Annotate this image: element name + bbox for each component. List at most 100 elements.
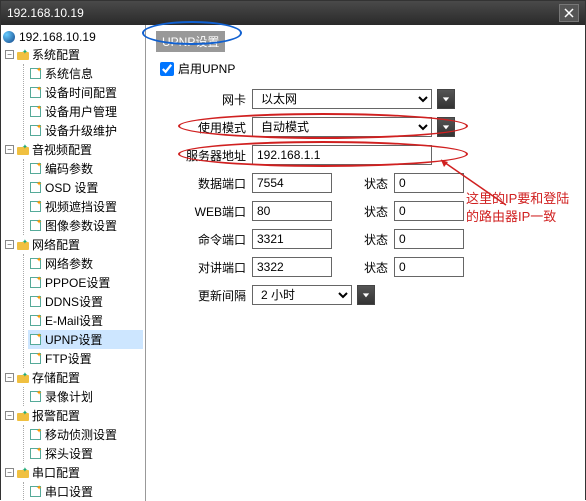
tree-group-label: 系统配置 [32, 46, 80, 63]
tree-group-label: 音视频配置 [32, 141, 92, 158]
cmd-status-input[interactable] [394, 229, 464, 249]
status-label: 状态 [358, 259, 388, 276]
tree-item-label: 录像计划 [45, 388, 93, 405]
tree-item-label: 视频遮挡设置 [45, 198, 117, 215]
tree-item-label: DDNS设置 [45, 293, 103, 310]
tree-item-label: PPPOE设置 [45, 274, 110, 291]
tree-item[interactable]: OSD 设置 [28, 178, 143, 197]
tree-item-label: E-Mail设置 [45, 312, 103, 329]
main-panel: UPNP设置 启用UPNP 网卡 以太网 使用模式 自动模式 [146, 25, 585, 501]
tree-item-label: 图像参数设置 [45, 217, 117, 234]
dropdown-icon[interactable] [437, 89, 455, 109]
folder-icon [17, 373, 29, 383]
expander-icon[interactable]: − [5, 50, 14, 59]
tree-item[interactable]: 录像计划 [28, 387, 143, 406]
tree-root[interactable]: 192.168.10.19 [3, 29, 143, 45]
tree-item-label: UPNP设置 [45, 331, 102, 348]
status-label: 状态 [358, 231, 388, 248]
page-icon [30, 391, 41, 402]
expander-icon[interactable]: − [5, 411, 14, 420]
cmd-port-label: 命令端口 [186, 231, 246, 248]
tree-item[interactable]: FTP设置 [28, 349, 143, 368]
tree-group-header[interactable]: − 串口配置 [5, 463, 143, 482]
tree-item[interactable]: 探头设置 [28, 444, 143, 463]
data-status-input[interactable] [394, 173, 464, 193]
tree-item-label: FTP设置 [45, 350, 92, 367]
page-icon [30, 429, 41, 440]
tree-root-label: 192.168.10.19 [19, 30, 96, 44]
dropdown-icon[interactable] [357, 285, 375, 305]
tree-item[interactable]: 编码参数 [28, 159, 143, 178]
status-label: 状态 [358, 175, 388, 192]
web-status-input[interactable] [394, 201, 464, 221]
tree-group-label: 网络配置 [32, 236, 80, 253]
page-icon [30, 182, 41, 193]
tree-item-label: 探头设置 [45, 445, 93, 462]
page-icon [30, 68, 41, 79]
tree-item[interactable]: 串口设置 [28, 482, 143, 501]
titlebar: 192.168.10.19 [1, 1, 585, 25]
page-icon [30, 106, 41, 117]
expander-icon[interactable]: − [5, 373, 14, 382]
tree-group-label: 存储配置 [32, 369, 80, 386]
cmd-port-input[interactable] [252, 229, 332, 249]
page-icon [30, 315, 41, 326]
tree-group-header[interactable]: − 系统配置 [5, 45, 143, 64]
page-icon [30, 353, 41, 364]
expander-icon[interactable]: − [5, 468, 14, 477]
tree-item[interactable]: DDNS设置 [28, 292, 143, 311]
tree-group-header[interactable]: −报警配置 [5, 406, 143, 425]
tree-item[interactable]: 设备升级维护 [28, 121, 143, 140]
interval-label: 更新间隔 [186, 287, 246, 304]
tree-item[interactable]: 设备时间配置 [28, 83, 143, 102]
enable-upnp-checkbox[interactable] [160, 62, 174, 76]
page-icon [30, 163, 41, 174]
tree-item-label: 串口设置 [45, 483, 93, 500]
tree-item[interactable]: PPPOE设置 [28, 273, 143, 292]
web-port-input[interactable] [252, 201, 332, 221]
tree-item[interactable]: 移动侦测设置 [28, 425, 143, 444]
tree-item[interactable]: E-Mail设置 [28, 311, 143, 330]
folder-icon [17, 468, 29, 478]
expander-icon[interactable]: − [5, 240, 14, 249]
mode-label: 使用模式 [186, 119, 246, 136]
globe-icon [3, 31, 15, 43]
close-button[interactable] [559, 4, 579, 22]
tree-group-label: 串口配置 [32, 464, 80, 481]
tree-item-label: OSD 设置 [45, 179, 98, 196]
server-input[interactable] [252, 145, 432, 165]
page-icon [30, 296, 41, 307]
data-port-label: 数据端口 [186, 175, 246, 192]
tree-item[interactable]: 视频遮挡设置 [28, 197, 143, 216]
page-icon [30, 334, 41, 345]
expander-icon[interactable]: − [5, 145, 14, 154]
server-label: 服务器地址 [186, 147, 246, 164]
data-port-input[interactable] [252, 173, 332, 193]
nav-tree: 192.168.10.19 − 系统配置系统信息设备时间配置设备用户管理设备升级维… [1, 25, 146, 501]
status-label: 状态 [358, 203, 388, 220]
close-icon [564, 8, 574, 18]
page-icon [30, 486, 41, 497]
interval-select[interactable]: 2 小时 [252, 285, 352, 305]
tree-item[interactable]: 图像参数设置 [28, 216, 143, 235]
tree-group-header[interactable]: − 网络配置 [5, 235, 143, 254]
tree-item[interactable]: 设备用户管理 [28, 102, 143, 121]
page-icon [30, 448, 41, 459]
dropdown-icon[interactable] [437, 117, 455, 137]
window-title: 192.168.10.19 [7, 6, 84, 20]
tree-item-label: 编码参数 [45, 160, 93, 177]
talk-status-input[interactable] [394, 257, 464, 277]
talk-port-input[interactable] [252, 257, 332, 277]
nic-select[interactable]: 以太网 [252, 89, 432, 109]
tree-group-header[interactable]: − 存储配置 [5, 368, 143, 387]
tree-item-label: 设备用户管理 [45, 103, 117, 120]
mode-select[interactable]: 自动模式 [252, 117, 432, 137]
tree-item[interactable]: 网络参数 [28, 254, 143, 273]
tree-item[interactable]: 系统信息 [28, 64, 143, 83]
folder-icon [17, 145, 29, 155]
tree-group-header[interactable]: − 音视频配置 [5, 140, 143, 159]
tree-item-label: 设备时间配置 [45, 84, 117, 101]
panel-title: UPNP设置 [156, 31, 225, 52]
talk-port-label: 对讲端口 [186, 259, 246, 276]
tree-item[interactable]: UPNP设置 [28, 330, 143, 349]
